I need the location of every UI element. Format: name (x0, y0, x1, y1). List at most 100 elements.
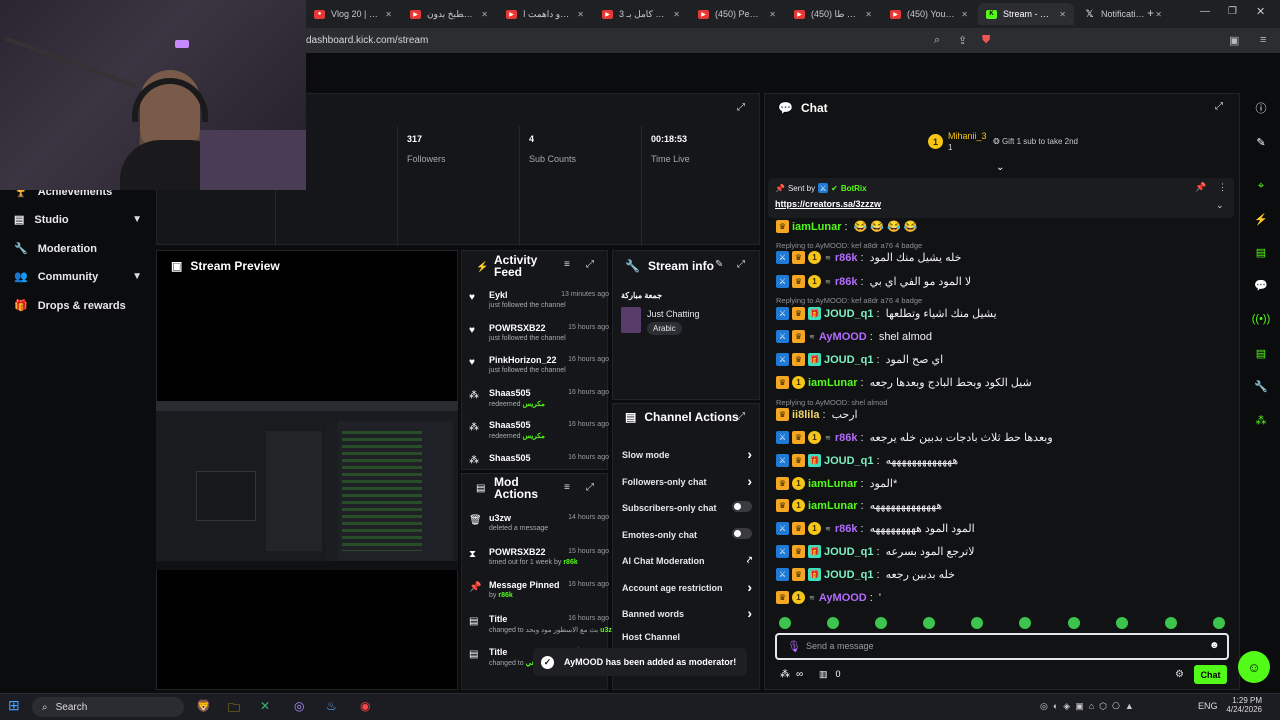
close-tab-icon[interactable]: ✕ (961, 10, 968, 19)
menu-icon[interactable]: ≡ (1260, 34, 1266, 46)
toggle-switch[interactable] (732, 528, 752, 539)
emote-icon[interactable] (1165, 617, 1177, 629)
chevron-down-icon[interactable]: ⌄ (1216, 200, 1224, 211)
info-icon[interactable]: ⓘ (1253, 100, 1269, 116)
chat-username[interactable]: r86k (835, 523, 858, 535)
chat-input[interactable]: Send a message (806, 641, 874, 651)
sidebar-item-drops-rewards[interactable]: 🎁 Drops & rewards (14, 299, 142, 313)
obs-icon[interactable]: ◉ (360, 699, 370, 713)
expand-icon[interactable]: ⤢ (737, 259, 745, 270)
emote-icon[interactable] (971, 617, 983, 629)
settings-icon[interactable]: ⚙ (1175, 669, 1184, 680)
chat-username[interactable]: JOUD_q1 (824, 354, 874, 366)
filter-icon[interactable]: ≡ (564, 482, 570, 493)
list-icon[interactable]: ▤ (1253, 345, 1269, 361)
chat-username[interactable]: JOUD_q1 (824, 546, 874, 558)
close-tab-icon[interactable]: ✕ (481, 10, 488, 19)
microphone-icon[interactable]: 🎙 (787, 640, 801, 653)
edit-icon[interactable]: ✎ (715, 259, 723, 270)
xbox-icon[interactable]: ✕ (260, 699, 270, 713)
chat-input-box[interactable]: 🎙 Send a message ☻ (775, 633, 1229, 660)
collapse-icon[interactable]: ⌄ (996, 162, 1004, 173)
channel-action-subscribers-only-chat[interactable]: Subscribers-only chat (622, 501, 752, 513)
drops-counter[interactable]: ▥ 0 (819, 669, 841, 680)
camera-icon[interactable]: ⌖ (1253, 178, 1269, 194)
channel-action-account-age-restriction[interactable]: Account age restriction › (622, 579, 752, 595)
filter-icon[interactable]: ≡ (564, 259, 570, 270)
url-field[interactable]: dashboard.kick.com/stream (306, 35, 428, 46)
close-tab-icon[interactable]: ✕ (577, 10, 584, 19)
discord-icon[interactable]: ◎ (294, 699, 304, 713)
channel-action-emotes-only-chat[interactable]: Emotes-only chat (622, 528, 752, 540)
sidebar-item-community[interactable]: 👥 Community ▼ (14, 270, 142, 284)
steam-icon[interactable]: ♨ (326, 699, 337, 713)
chat-username[interactable]: iamLunar (792, 221, 842, 233)
channel-action-slow-mode[interactable]: Slow mode › (622, 446, 752, 462)
feed-username[interactable]: u3zw (489, 513, 511, 523)
emote-icon[interactable] (827, 617, 839, 629)
feed-username[interactable]: Title (489, 647, 507, 657)
feed-username[interactable]: POWRSXB22 (489, 547, 546, 557)
stream-category[interactable]: Just Chatting (647, 309, 700, 319)
browser-tab[interactable]: ▶ مقلبت و داهمت ا... ✕ (498, 3, 592, 25)
chat-username[interactable]: r86k (835, 432, 858, 444)
channel-action-host-channel[interactable]: Host Channel (622, 632, 752, 642)
minimize-icon[interactable]: — (1200, 6, 1210, 17)
browser-tab[interactable]: ▶ (450) جربنا آخر طا... ✕ (786, 3, 880, 25)
stream-preview-video[interactable] (156, 401, 458, 570)
close-tab-icon[interactable]: ✕ (673, 10, 680, 19)
feed-username[interactable]: POWRSXB22 (489, 323, 546, 333)
emote-icon[interactable] (923, 617, 935, 629)
file-explorer-icon[interactable]: 🗀 (228, 699, 240, 720)
feed-username[interactable]: Message Pinned (489, 580, 560, 590)
expand-icon[interactable]: ⤢ (1215, 101, 1223, 112)
emote-icon[interactable] (1213, 617, 1225, 629)
close-tab-icon[interactable]: ✕ (385, 10, 392, 19)
top-gifter-name[interactable]: Mihanii_3 (948, 131, 987, 141)
emote-icon[interactable] (1116, 617, 1128, 629)
browser-tab[interactable]: 𝕏 Notifications / X ✕ (1076, 3, 1170, 25)
chat-username[interactable]: iamLunar (808, 478, 858, 490)
brave-browser-icon[interactable]: 🦁 (196, 699, 211, 713)
sidebar-item-studio[interactable]: ▤ Studio ▼ (14, 213, 142, 227)
feed-username[interactable]: Shaas505 (489, 388, 531, 398)
emote-icon[interactable] (875, 617, 887, 629)
maximize-icon[interactable]: ❐ (1228, 6, 1237, 17)
lightning-icon[interactable]: ⚡ (1253, 211, 1269, 227)
channel-points[interactable]: ⁂ ∞ (780, 669, 803, 680)
close-tab-icon[interactable]: ✕ (769, 10, 776, 19)
chat-username[interactable]: r86k (835, 276, 858, 288)
browser-tab[interactable]: ▶ (450) YouTube ✕ (882, 3, 976, 25)
expand-icon[interactable]: ⤢ (586, 482, 594, 493)
gift-cta[interactable]: ❂ Gift 1 sub to take 2nd (993, 137, 1078, 146)
close-tab-icon[interactable]: ✕ (1059, 10, 1066, 19)
chat-username[interactable]: AyMOOD (819, 592, 867, 604)
channel-action-banned-words[interactable]: Banned words › (622, 605, 752, 621)
community-icon[interactable]: ⁂ (1253, 412, 1269, 428)
feed-username[interactable]: Eykl (489, 290, 508, 300)
system-tray-icons[interactable]: ◎◐◈▣⌂⬡⎔▲ (1040, 701, 1139, 712)
clock[interactable]: 1:29 PM 4/24/2026 (1222, 696, 1262, 714)
browser-tab[interactable]: ▶ عشنا يوم كامل بـ 3... ✕ (594, 3, 688, 25)
close-tab-icon[interactable]: ✕ (1155, 10, 1162, 19)
browser-tab[interactable]: ▶ (450) Pennywise ... ✕ (690, 3, 784, 25)
expand-icon[interactable]: ⤢ (737, 411, 745, 422)
brave-shield-icon[interactable]: ⛊ (982, 34, 990, 47)
channel-action-followers-only-chat[interactable]: Followers-only chat › (622, 473, 752, 489)
chat-username[interactable]: JOUD_q1 (824, 308, 874, 320)
chat-username[interactable]: AyMOOD (819, 331, 867, 343)
emoji-icon[interactable]: ☻ (1209, 640, 1220, 651)
emote-icon[interactable] (1068, 617, 1080, 629)
chat-username[interactable]: iamLunar (808, 377, 858, 389)
toggle-switch[interactable] (732, 501, 752, 512)
new-tab-icon[interactable]: + (1147, 6, 1154, 20)
emote-icon[interactable] (1019, 617, 1031, 629)
feed-username[interactable]: PinkHorizon_22 (489, 355, 557, 365)
broadcast-icon[interactable]: ((•)) (1252, 311, 1271, 327)
channel-action-ai-chat-moderation[interactable]: AI Chat Moderation ⤤ (622, 555, 752, 566)
help-chat-button[interactable]: ☺ (1238, 651, 1270, 683)
close-tab-icon[interactable]: ✕ (865, 10, 872, 19)
expand-icon[interactable]: ⤢ (586, 259, 594, 270)
emote-icon[interactable] (779, 617, 791, 629)
sidebar-item-moderation[interactable]: 🔧 Moderation (14, 242, 142, 256)
